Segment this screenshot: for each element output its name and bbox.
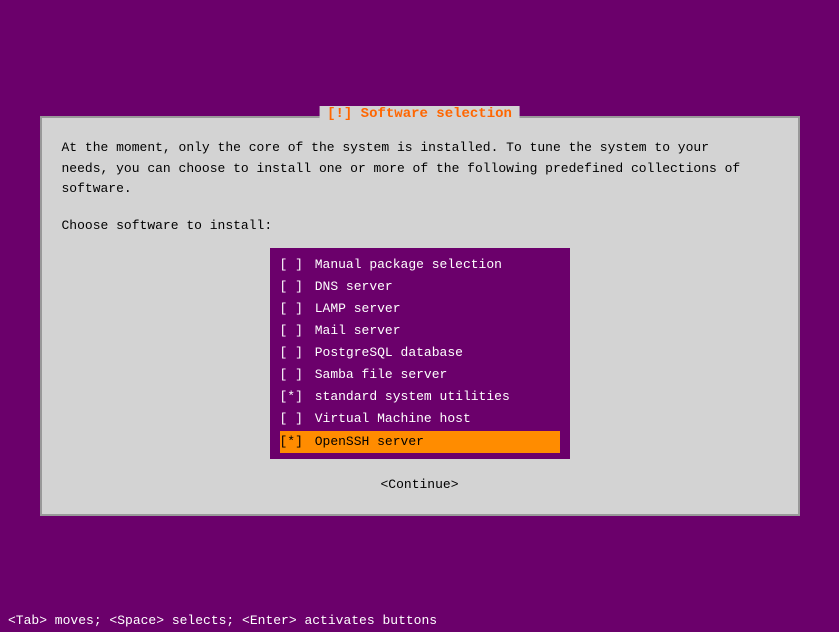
software-list[interactable]: [ ] Manual package selection [ ] DNS ser…: [270, 248, 570, 459]
checkbox-openssh[interactable]: [*]: [280, 431, 303, 453]
list-item-mail[interactable]: [ ] Mail server: [280, 320, 560, 342]
dialog-content: At the moment, only the core of the syst…: [62, 138, 778, 494]
list-item-standard[interactable]: [*] standard system utilities: [280, 386, 560, 408]
list-item-lamp[interactable]: [ ] LAMP server: [280, 298, 560, 320]
list-item-vm[interactable]: [ ] Virtual Machine host: [280, 408, 560, 430]
continue-button[interactable]: <Continue>: [62, 475, 778, 495]
checkbox-dns[interactable]: [ ]: [280, 276, 303, 298]
checkbox-postgresql[interactable]: [ ]: [280, 342, 303, 364]
dialog-title: [!] Software selection: [319, 106, 520, 122]
checkbox-manual[interactable]: [ ]: [280, 254, 303, 276]
checkbox-mail[interactable]: [ ]: [280, 320, 303, 342]
checkbox-standard[interactable]: [*]: [280, 386, 303, 408]
list-item-manual[interactable]: [ ] Manual package selection: [280, 254, 560, 276]
outer-container: [!] Software selection At the moment, on…: [0, 0, 839, 632]
list-item-samba[interactable]: [ ] Samba file server: [280, 364, 560, 386]
description-text: At the moment, only the core of the syst…: [62, 138, 778, 200]
list-item-dns[interactable]: [ ] DNS server: [280, 276, 560, 298]
dialog-box: [!] Software selection At the moment, on…: [40, 116, 800, 516]
checkbox-samba[interactable]: [ ]: [280, 364, 303, 386]
choose-label: Choose software to install:: [62, 216, 778, 236]
list-item-openssh[interactable]: [*] OpenSSH server: [280, 431, 560, 453]
checkbox-lamp[interactable]: [ ]: [280, 298, 303, 320]
list-item-postgresql[interactable]: [ ] PostgreSQL database: [280, 342, 560, 364]
checkbox-vm[interactable]: [ ]: [280, 408, 303, 430]
status-bar: <Tab> moves; <Space> selects; <Enter> ac…: [0, 609, 839, 632]
